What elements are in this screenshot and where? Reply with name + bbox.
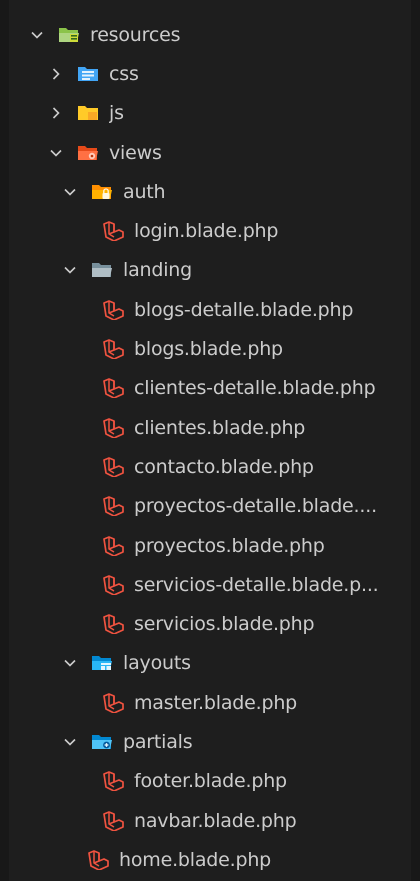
laravel-blade-icon xyxy=(102,535,124,556)
tree-file-clientes-detalle[interactable]: clientes-detalle.blade.php xyxy=(9,369,411,408)
tree-folder-partials[interactable]: partials xyxy=(9,722,411,761)
laravel-blade-icon xyxy=(87,850,109,870)
laravel-blade-icon xyxy=(102,496,124,517)
tree-file-blogs[interactable]: blogs.blade.php xyxy=(9,329,411,368)
tree-file-proyectos[interactable]: proyectos.blade.php xyxy=(9,526,411,565)
chevron-down-icon[interactable] xyxy=(63,735,77,749)
folder-css-icon xyxy=(77,65,99,83)
tree-file-label: proyectos.blade.php xyxy=(134,534,325,557)
tree-file-servicios-detalle[interactable]: servicios-detalle.blade.p... xyxy=(9,565,411,604)
tree-folder-auth[interactable]: auth xyxy=(9,172,411,211)
tree-file-label: master.blade.php xyxy=(134,691,298,714)
folder-views-open-icon xyxy=(77,144,99,162)
laravel-blade-icon xyxy=(102,221,124,242)
tree-file-label: navbar.blade.php xyxy=(134,809,297,832)
tree-file-login[interactable]: login.blade.php xyxy=(9,211,411,250)
tree-file-clientes[interactable]: clientes.blade.php xyxy=(9,408,411,447)
laravel-blade-icon xyxy=(102,810,124,831)
tree-file-master[interactable]: master.blade.php xyxy=(9,683,411,722)
chevron-right-icon[interactable] xyxy=(49,67,63,81)
folder-partials-open-icon xyxy=(91,733,113,751)
laravel-blade-icon xyxy=(102,574,124,595)
laravel-blade-icon xyxy=(102,457,124,477)
tree-file-proyectos-detalle[interactable]: proyectos-detalle.blade.... xyxy=(9,487,411,526)
tree-file-navbar[interactable]: navbar.blade.php xyxy=(9,801,411,840)
file-tree: resources css js views auth login.blade.… xyxy=(9,15,411,880)
tree-file-blogs-detalle[interactable]: blogs-detalle.blade.php xyxy=(9,290,411,329)
tree-file-label: footer.blade.php xyxy=(134,770,287,793)
tree-file-label: proyectos-detalle.blade.... xyxy=(134,495,377,518)
tree-folder-views[interactable]: views xyxy=(9,133,411,172)
tree-folder-label: resources xyxy=(90,23,181,46)
folder-auth-open-icon xyxy=(91,183,113,201)
laravel-blade-icon xyxy=(102,299,124,320)
tree-file-label: home.blade.php xyxy=(119,848,272,871)
tree-folder-label: auth xyxy=(123,180,166,203)
laravel-blade-icon xyxy=(102,692,124,713)
file-explorer-panel: resources css js views auth login.blade.… xyxy=(9,0,411,881)
tree-file-label: clientes.blade.php xyxy=(134,416,306,439)
tree-file-servicios[interactable]: servicios.blade.php xyxy=(9,604,411,643)
folder-resources-open-icon xyxy=(58,26,80,44)
laravel-blade-icon xyxy=(102,417,124,438)
laravel-blade-icon xyxy=(102,614,124,635)
chevron-down-icon[interactable] xyxy=(63,656,77,670)
tree-folder-layouts[interactable]: layouts xyxy=(9,644,411,683)
laravel-blade-icon xyxy=(102,378,124,399)
tree-file-footer[interactable]: footer.blade.php xyxy=(9,762,411,801)
tree-folder-label: js xyxy=(109,102,124,125)
tree-folder-landing[interactable]: landing xyxy=(9,251,411,290)
tree-file-label: clientes-detalle.blade.php xyxy=(134,377,376,400)
folder-layouts-open-icon xyxy=(91,654,113,672)
tree-file-label: login.blade.php xyxy=(134,220,279,243)
chevron-right-icon[interactable] xyxy=(49,106,63,120)
tree-folder-label: css xyxy=(109,62,139,85)
tree-folder-label: layouts xyxy=(123,652,191,675)
tree-folder-label: views xyxy=(109,141,162,164)
laravel-blade-icon xyxy=(102,339,124,360)
tree-folder-js[interactable]: js xyxy=(9,94,411,133)
tree-file-label: contacto.blade.php xyxy=(134,455,314,478)
tree-file-contacto[interactable]: contacto.blade.php xyxy=(9,447,411,486)
tree-file-home[interactable]: home.blade.php xyxy=(9,840,411,879)
tree-file-label: servicios-detalle.blade.p... xyxy=(134,573,379,596)
chevron-down-icon[interactable] xyxy=(63,263,77,277)
tree-file-label: blogs-detalle.blade.php xyxy=(134,298,354,321)
folder-open-icon xyxy=(91,261,113,279)
chevron-down-icon[interactable] xyxy=(49,146,63,160)
chevron-down-icon[interactable] xyxy=(63,185,77,199)
laravel-blade-icon xyxy=(102,771,124,792)
folder-js-icon xyxy=(77,104,99,122)
tree-file-label: servicios.blade.php xyxy=(134,613,315,636)
tree-file-label: blogs.blade.php xyxy=(134,338,283,361)
tree-folder-resources[interactable]: resources xyxy=(9,15,411,54)
tree-folder-label: partials xyxy=(123,730,193,753)
tree-folder-label: landing xyxy=(123,259,193,282)
tree-folder-css[interactable]: css xyxy=(9,54,411,93)
chevron-down-icon[interactable] xyxy=(30,28,44,42)
